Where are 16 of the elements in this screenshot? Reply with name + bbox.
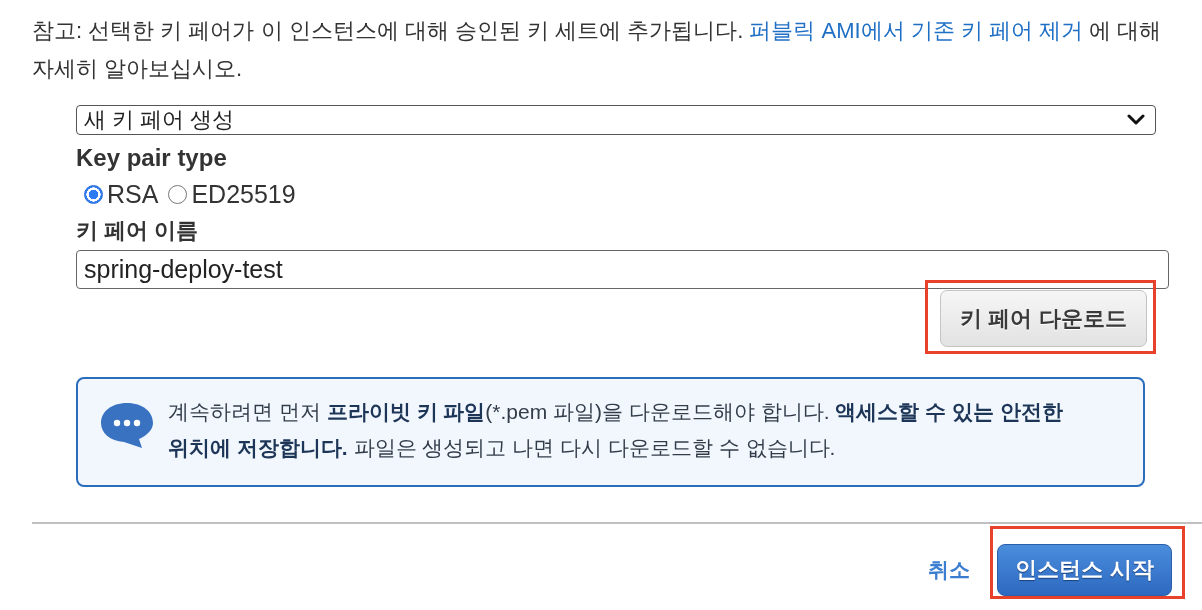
chevron-down-icon bbox=[1127, 114, 1145, 126]
radio-label: ED25519 bbox=[191, 179, 296, 209]
radio-button[interactable] bbox=[168, 184, 188, 204]
cancel-link[interactable]: 취소 bbox=[928, 555, 970, 584]
info-message: 계속하려면 먼저 프라이빗 키 파일(*.pem 파일)을 다운로드해야 합니다. 액세스할 수 있는 안전한 위치에 저장합니다. 파일은 생성되고 나면 다시 다운로드할 수 없습니다. bbox=[168, 399, 1064, 461]
launch-button[interactable]: 인스턴스 시작 bbox=[997, 544, 1172, 596]
docs-link[interactable]: 퍼블릭 AMI에서 기존 키 페어 제거 bbox=[749, 18, 1084, 43]
radio-button[interactable] bbox=[84, 184, 103, 204]
field-label: 키 페어 이름 bbox=[76, 217, 200, 245]
input-field[interactable]: spring-deploy-test bbox=[76, 250, 1169, 289]
field-label: Key pair type bbox=[76, 144, 228, 172]
note-text: 참고: 선택한 키 페어가 이 인스턴스에 대해 승인된 키 세트에 추가됩니다. 퍼블릭 AMI에서 기존 키 페어 제거 에 대해 자세히 알아보십시오. bbox=[32, 17, 1163, 83]
chat-bubble-icon bbox=[98, 400, 156, 450]
download-button[interactable]: 키 페어 다운로드 bbox=[940, 290, 1147, 347]
key-pair-select[interactable]: 새 키 페어 생성 bbox=[76, 105, 1156, 135]
radio-label: RSA bbox=[107, 179, 159, 209]
